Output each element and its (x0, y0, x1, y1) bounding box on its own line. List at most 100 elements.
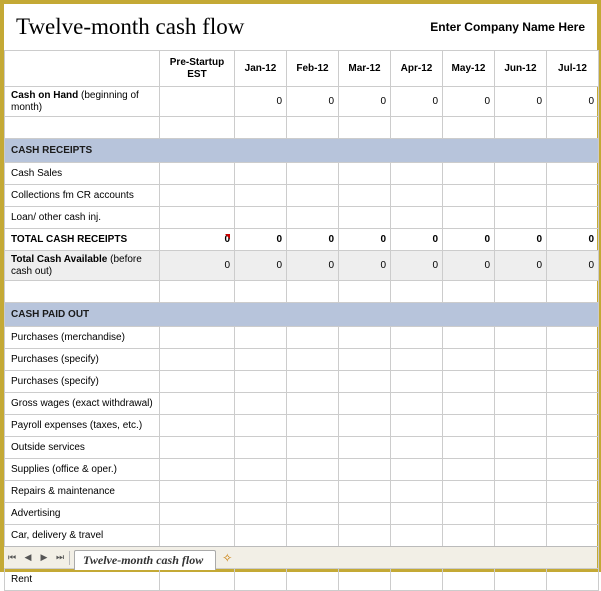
cell[interactable] (160, 371, 235, 393)
cell[interactable] (287, 393, 339, 415)
cell[interactable]: 0 (495, 229, 547, 251)
cell[interactable] (160, 525, 235, 547)
cell[interactable] (235, 393, 287, 415)
cell[interactable] (495, 481, 547, 503)
cell[interactable] (547, 481, 599, 503)
cell[interactable] (391, 481, 443, 503)
nav-next-icon[interactable]: ▶ (36, 549, 52, 567)
cell[interactable] (443, 327, 495, 349)
cell[interactable] (391, 371, 443, 393)
cell[interactable] (235, 163, 287, 185)
cell[interactable] (160, 459, 235, 481)
cell[interactable] (495, 459, 547, 481)
nav-first-icon[interactable]: ⏮ (4, 549, 20, 567)
cell[interactable] (391, 503, 443, 525)
cell[interactable]: 0 (495, 251, 547, 281)
cell[interactable]: 0 (339, 87, 391, 117)
cell[interactable] (339, 349, 391, 371)
cell[interactable] (547, 459, 599, 481)
cell[interactable]: 0 (235, 87, 287, 117)
cell[interactable]: 0 (391, 229, 443, 251)
cell[interactable] (287, 437, 339, 459)
cell[interactable]: 0 (339, 251, 391, 281)
cell[interactable] (339, 481, 391, 503)
cell[interactable] (160, 349, 235, 371)
cell[interactable] (547, 207, 599, 229)
cell[interactable] (443, 525, 495, 547)
cell[interactable]: 0 (287, 229, 339, 251)
cell[interactable]: 0 (547, 87, 599, 117)
cell[interactable] (235, 459, 287, 481)
cell[interactable] (443, 163, 495, 185)
cell[interactable] (160, 163, 235, 185)
cell[interactable]: 0 (160, 251, 235, 281)
cell[interactable]: 0 (287, 251, 339, 281)
cell[interactable]: 0 (339, 229, 391, 251)
cell[interactable] (547, 371, 599, 393)
cell[interactable] (495, 415, 547, 437)
cell[interactable]: 0 (287, 87, 339, 117)
cell[interactable] (547, 185, 599, 207)
cell[interactable] (495, 371, 547, 393)
cell[interactable] (287, 349, 339, 371)
cell[interactable] (443, 503, 495, 525)
cell[interactable] (443, 459, 495, 481)
cell[interactable] (391, 393, 443, 415)
cell[interactable] (339, 371, 391, 393)
cell[interactable] (287, 207, 339, 229)
cell[interactable] (443, 207, 495, 229)
cell[interactable] (287, 503, 339, 525)
cell[interactable] (287, 459, 339, 481)
cell[interactable] (235, 481, 287, 503)
cell[interactable] (235, 437, 287, 459)
cell[interactable] (287, 415, 339, 437)
cell[interactable]: 0 (443, 229, 495, 251)
cell[interactable] (391, 415, 443, 437)
nav-last-icon[interactable]: ⏭ (52, 549, 68, 567)
cell[interactable] (495, 437, 547, 459)
cell[interactable] (495, 503, 547, 525)
cell[interactable] (339, 185, 391, 207)
cell[interactable] (443, 349, 495, 371)
cell[interactable] (160, 207, 235, 229)
cell[interactable] (160, 327, 235, 349)
cell[interactable] (495, 185, 547, 207)
cell[interactable]: 0 (547, 251, 599, 281)
cell[interactable]: 0 (495, 87, 547, 117)
cell[interactable] (287, 371, 339, 393)
cell[interactable] (443, 371, 495, 393)
company-name-field[interactable]: Enter Company Name Here (430, 20, 585, 34)
cell[interactable] (339, 207, 391, 229)
cell[interactable] (160, 87, 235, 117)
cell[interactable] (391, 207, 443, 229)
cell[interactable]: 0 (235, 251, 287, 281)
cell[interactable] (287, 525, 339, 547)
cell[interactable] (160, 481, 235, 503)
cell[interactable] (391, 163, 443, 185)
cell[interactable] (443, 481, 495, 503)
cell[interactable] (235, 415, 287, 437)
cell[interactable]: 0 (160, 229, 235, 251)
cell[interactable]: 0 (443, 251, 495, 281)
cell[interactable] (391, 437, 443, 459)
cell[interactable] (287, 163, 339, 185)
cell[interactable] (495, 207, 547, 229)
cell[interactable] (391, 349, 443, 371)
cell[interactable] (160, 415, 235, 437)
cell[interactable]: 0 (391, 87, 443, 117)
cell[interactable] (287, 327, 339, 349)
cell[interactable] (495, 163, 547, 185)
cell[interactable] (339, 415, 391, 437)
cell[interactable] (235, 207, 287, 229)
cell[interactable] (287, 185, 339, 207)
cell[interactable] (547, 327, 599, 349)
cell[interactable] (339, 327, 391, 349)
nav-prev-icon[interactable]: ◀ (20, 549, 36, 567)
cell[interactable] (339, 525, 391, 547)
cell[interactable] (443, 415, 495, 437)
cell[interactable] (160, 503, 235, 525)
cell[interactable] (547, 349, 599, 371)
cell[interactable] (339, 393, 391, 415)
cell[interactable] (495, 349, 547, 371)
cell[interactable] (547, 525, 599, 547)
